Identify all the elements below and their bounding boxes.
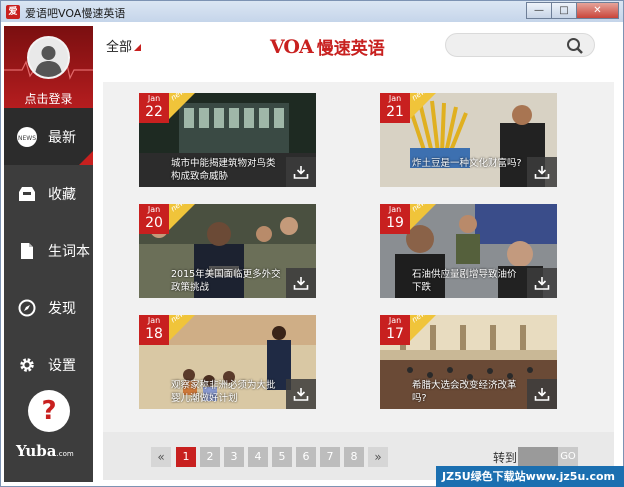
gear-icon bbox=[12, 356, 42, 374]
sidebar-item-label: 发现 bbox=[48, 300, 76, 317]
close-button[interactable]: ✕ bbox=[576, 2, 619, 19]
window-titlebar: 爱 爱语吧VOA慢速英语 — □ ✕ bbox=[0, 0, 624, 22]
page-7-button[interactable]: 7 bbox=[320, 447, 340, 467]
date-day: 18 bbox=[145, 326, 163, 342]
date-month: Jan bbox=[147, 94, 161, 103]
article-title[interactable]: 希腊大选会改变经济改革吗? bbox=[412, 379, 522, 405]
download-button[interactable] bbox=[286, 157, 316, 187]
brand-name: Yuba bbox=[16, 442, 57, 460]
page-6-button[interactable]: 6 bbox=[296, 447, 316, 467]
sidebar-item-favorites[interactable]: 收藏 bbox=[4, 165, 93, 222]
login-panel[interactable]: 点击登录 bbox=[4, 26, 93, 108]
search-icon[interactable] bbox=[566, 37, 584, 59]
window-controls: — □ ✕ bbox=[526, 2, 619, 19]
prev-page-button[interactable]: « bbox=[151, 447, 171, 467]
download-button[interactable] bbox=[286, 268, 316, 298]
download-icon bbox=[293, 388, 309, 401]
download-icon bbox=[293, 166, 309, 179]
download-button[interactable] bbox=[527, 157, 557, 187]
svg-text:NEWS: NEWS bbox=[18, 135, 36, 142]
user-silhouette-icon bbox=[35, 46, 62, 77]
download-button[interactable] bbox=[527, 379, 557, 409]
article-title[interactable]: 观察家称非洲必须为大批婴儿潮做好计划 bbox=[171, 379, 281, 405]
search-input[interactable] bbox=[445, 33, 595, 57]
watermark-banner: JZ5U绿色下载站www.jz5u.com bbox=[436, 466, 624, 487]
download-icon bbox=[534, 388, 550, 401]
app-icon: 爱 bbox=[6, 5, 20, 19]
sidebar-item-label: 最新 bbox=[48, 129, 76, 146]
article-grid: Jan 22 new 城市中能揭建筑物对鸟类构成致命威胁 Jan 21 new 炸土… bbox=[103, 82, 614, 432]
date-month: Jan bbox=[147, 205, 161, 214]
article-card[interactable]: Jan 21 new 炸土豆是一种文化财富吗? bbox=[380, 93, 557, 187]
help-button[interactable]: ? bbox=[28, 390, 70, 432]
article-card[interactable]: Jan 17 new 希腊大选会改变经济改革吗? bbox=[380, 315, 557, 409]
sidebar-item-latest[interactable]: NEWS 最新 bbox=[4, 108, 93, 165]
app-logo: VOA 慢速英语 bbox=[270, 34, 385, 60]
goto-label: 转到 bbox=[493, 451, 518, 465]
date-badge: Jan 22 bbox=[139, 93, 169, 123]
goto-page-input[interactable] bbox=[518, 447, 558, 467]
category-filter-label: 全部 bbox=[106, 40, 133, 55]
article-card[interactable]: Jan 22 new 城市中能揭建筑物对鸟类构成致命威胁 bbox=[139, 93, 316, 187]
date-badge: Jan 21 bbox=[380, 93, 410, 123]
download-icon bbox=[534, 166, 550, 179]
login-label[interactable]: 点击登录 bbox=[4, 90, 93, 107]
date-day: 17 bbox=[386, 326, 404, 342]
article-card[interactable]: Jan 20 new 2015年美国面临更多外交政策挑战 bbox=[139, 204, 316, 298]
logo-mark: VOA bbox=[270, 35, 314, 58]
sidebar-item-vocabulary[interactable]: 生词本 bbox=[4, 222, 93, 279]
date-month: Jan bbox=[147, 316, 161, 325]
article-title[interactable]: 城市中能揭建筑物对鸟类构成致命威胁 bbox=[171, 157, 281, 183]
page-8-button[interactable]: 8 bbox=[344, 447, 364, 467]
article-card[interactable]: Jan 18 new 观察家称非洲必须为大批婴儿潮做好计划 bbox=[139, 315, 316, 409]
page-2-button[interactable]: 2 bbox=[200, 447, 220, 467]
article-title[interactable]: 2015年美国面临更多外交政策挑战 bbox=[171, 268, 281, 294]
sidebar-item-settings[interactable]: 设置 bbox=[4, 336, 93, 393]
category-filter[interactable]: 全部 bbox=[106, 36, 142, 55]
sidebar-item-discover[interactable]: 发现 bbox=[4, 279, 93, 336]
date-month: Jan bbox=[388, 205, 402, 214]
article-title[interactable]: 炸土豆是一种文化财富吗? bbox=[412, 157, 522, 170]
brand-suffix: .com bbox=[56, 450, 74, 458]
logo-text: 慢速英语 bbox=[316, 39, 385, 59]
date-day: 21 bbox=[386, 104, 404, 120]
page-5-button[interactable]: 5 bbox=[272, 447, 292, 467]
date-day: 19 bbox=[386, 215, 404, 231]
page-3-button[interactable]: 3 bbox=[224, 447, 244, 467]
next-page-button[interactable]: » bbox=[368, 447, 388, 467]
date-month: Jan bbox=[388, 94, 402, 103]
news-icon: NEWS bbox=[12, 126, 42, 148]
window-title: 爱语吧VOA慢速英语 bbox=[25, 7, 126, 20]
sidebar-item-label: 收藏 bbox=[48, 186, 76, 203]
book-icon bbox=[12, 242, 42, 260]
page-4-button[interactable]: 4 bbox=[248, 447, 268, 467]
minimize-button[interactable]: — bbox=[526, 2, 552, 19]
inbox-icon bbox=[12, 186, 42, 202]
date-day: 20 bbox=[145, 215, 163, 231]
download-button[interactable] bbox=[286, 379, 316, 409]
avatar[interactable] bbox=[27, 36, 70, 79]
maximize-button[interactable]: □ bbox=[551, 2, 577, 19]
download-button[interactable] bbox=[527, 268, 557, 298]
date-badge: Jan 17 bbox=[380, 315, 410, 345]
download-icon bbox=[293, 277, 309, 290]
date-badge: Jan 18 bbox=[139, 315, 169, 345]
article-card[interactable]: Jan 19 new 石油供应量剧增导致油价下跌 bbox=[380, 204, 557, 298]
sidebar-item-label: 生词本 bbox=[48, 243, 90, 260]
dropdown-corner-icon bbox=[134, 44, 142, 51]
sidebar: 点击登录 NEWS 最新 收藏 生词本 发现 设置 ? Yuba.com bbox=[4, 26, 93, 482]
date-day: 22 bbox=[145, 104, 163, 120]
sidebar-item-label: 设置 bbox=[48, 357, 76, 374]
download-icon bbox=[534, 277, 550, 290]
date-badge: Jan 20 bbox=[139, 204, 169, 234]
article-title[interactable]: 石油供应量剧增导致油价下跌 bbox=[412, 268, 522, 294]
date-badge: Jan 19 bbox=[380, 204, 410, 234]
date-month: Jan bbox=[388, 316, 402, 325]
page-1-button[interactable]: 1 bbox=[176, 447, 196, 467]
compass-icon bbox=[12, 299, 42, 317]
yuba-logo: Yuba.com bbox=[16, 442, 74, 460]
go-button[interactable]: GO bbox=[558, 447, 578, 467]
